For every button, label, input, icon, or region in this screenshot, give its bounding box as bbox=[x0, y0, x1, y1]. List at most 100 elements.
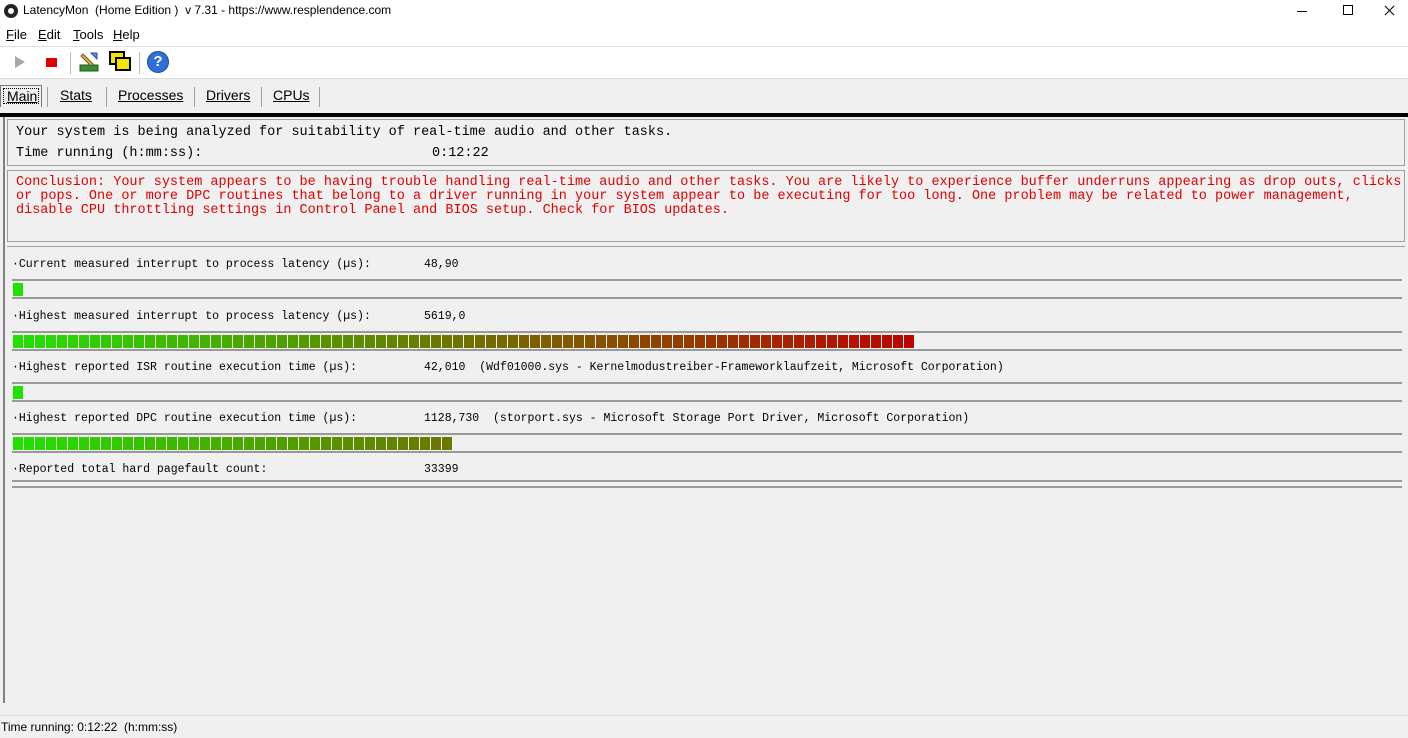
tab-separator bbox=[261, 87, 262, 107]
meter-segment bbox=[35, 437, 45, 450]
meter-segment bbox=[79, 437, 89, 450]
meter-segment bbox=[277, 437, 287, 450]
latency-meter bbox=[12, 331, 1402, 351]
status-bar: Time running: 0:12:22 (h:mm:ss) bbox=[0, 715, 1408, 738]
meter-segment bbox=[57, 335, 67, 348]
meter-segment bbox=[244, 437, 254, 450]
meter-segment bbox=[343, 437, 353, 450]
meter-segment bbox=[541, 335, 551, 348]
meter-segment bbox=[365, 335, 375, 348]
menu-bar: File Edit Tools Help bbox=[0, 23, 1408, 47]
metric-value: 5619,0 bbox=[424, 310, 466, 323]
toolbar-separator bbox=[139, 52, 140, 74]
meter-segment bbox=[640, 335, 650, 348]
meter-segment bbox=[101, 437, 111, 450]
meter-segment bbox=[816, 335, 826, 348]
tab-processes[interactable]: Processes bbox=[112, 85, 189, 107]
toolbar: ? bbox=[0, 47, 1408, 79]
meter-segment bbox=[893, 335, 903, 348]
meter-segment bbox=[739, 335, 749, 348]
meter-segment bbox=[431, 437, 441, 450]
meter-segment bbox=[827, 335, 837, 348]
meter-segment bbox=[629, 335, 639, 348]
meter-segment bbox=[750, 335, 760, 348]
meter-segment bbox=[618, 335, 628, 348]
meter-segment bbox=[156, 437, 166, 450]
tab-stats[interactable]: Stats bbox=[54, 85, 98, 107]
meter-segment bbox=[563, 335, 573, 348]
metric-label: ·Highest reported ISR routine execution … bbox=[12, 361, 358, 374]
meter-segment bbox=[794, 335, 804, 348]
tab-cpus[interactable]: CPUs bbox=[267, 85, 316, 107]
meter-segment bbox=[90, 437, 100, 450]
meter-segment bbox=[332, 437, 342, 450]
menu-file[interactable]: File bbox=[6, 27, 27, 42]
latency-meter bbox=[12, 279, 1402, 299]
meter-segment bbox=[871, 335, 881, 348]
meter-segment bbox=[497, 335, 507, 348]
close-button[interactable] bbox=[1371, 0, 1408, 23]
meter-segment bbox=[13, 283, 23, 296]
tab-separator bbox=[319, 87, 320, 107]
app-icon bbox=[4, 4, 18, 18]
meter-segment bbox=[178, 335, 188, 348]
metric-label: ·Highest reported DPC routine execution … bbox=[12, 412, 358, 425]
metrics-panel: ·Current measured interrupt to process l… bbox=[7, 246, 1405, 701]
meter-segment bbox=[222, 437, 232, 450]
meter-segment bbox=[354, 437, 364, 450]
meter-segment bbox=[409, 437, 419, 450]
tab-drivers[interactable]: Drivers bbox=[200, 85, 256, 107]
meter-segment bbox=[101, 335, 111, 348]
meter-segment bbox=[288, 437, 298, 450]
help-icon[interactable]: ? bbox=[146, 50, 170, 74]
latency-meter bbox=[12, 382, 1402, 402]
meter-segment bbox=[706, 335, 716, 348]
tab-separator bbox=[194, 87, 195, 107]
title-bar: LatencyMon (Home Edition ) v 7.31 - http… bbox=[0, 0, 1408, 23]
meter-segment bbox=[79, 335, 89, 348]
meter-segment bbox=[420, 335, 430, 348]
meter-segment bbox=[904, 335, 914, 348]
meter-segment bbox=[596, 335, 606, 348]
meter-segment bbox=[112, 335, 122, 348]
analysis-panel: Your system is being analyzed for suitab… bbox=[7, 119, 1405, 166]
stop-icon[interactable] bbox=[40, 50, 64, 74]
windows-icon[interactable] bbox=[108, 50, 132, 74]
meter-segment bbox=[299, 335, 309, 348]
meter-segment bbox=[134, 335, 144, 348]
status-text: Time running: 0:12:22 (h:mm:ss) bbox=[1, 720, 178, 734]
meter-segment bbox=[277, 335, 287, 348]
meter-segment bbox=[508, 335, 518, 348]
meter-segment bbox=[288, 335, 298, 348]
menu-help[interactable]: Help bbox=[113, 27, 140, 42]
meter-segment bbox=[717, 335, 727, 348]
menu-edit[interactable]: Edit bbox=[38, 27, 60, 42]
minimize-button[interactable] bbox=[1279, 0, 1325, 23]
meter-segment bbox=[57, 437, 67, 450]
meter-segment bbox=[233, 437, 243, 450]
meter-segment bbox=[530, 335, 540, 348]
metric-value: 1128,730 (storport.sys - Microsoft Stora… bbox=[424, 412, 970, 425]
meter-segment bbox=[178, 437, 188, 450]
meter-segment bbox=[24, 335, 34, 348]
metric-value: 42,010 (Wdf01000.sys - Kernelmodustreibe… bbox=[424, 361, 1004, 374]
latency-meter bbox=[12, 480, 1402, 488]
meter-segment bbox=[123, 437, 133, 450]
meter-segment bbox=[46, 335, 56, 348]
meter-segment bbox=[442, 437, 452, 450]
play-icon[interactable] bbox=[8, 50, 32, 74]
meter-segment bbox=[13, 386, 23, 399]
menu-tools[interactable]: Tools bbox=[73, 27, 103, 42]
metric-value: 48,90 bbox=[424, 258, 459, 271]
meter-segment bbox=[761, 335, 771, 348]
meter-segment bbox=[376, 437, 386, 450]
tools-icon[interactable] bbox=[77, 50, 101, 74]
meter-segment bbox=[409, 335, 419, 348]
meter-segment bbox=[310, 437, 320, 450]
maximize-button[interactable] bbox=[1325, 0, 1371, 23]
metric-detail: (storport.sys - Microsoft Storage Port D… bbox=[493, 412, 970, 425]
tab-main[interactable]: Main bbox=[0, 85, 42, 107]
meter-segment bbox=[200, 335, 210, 348]
metric-value: 33399 bbox=[424, 463, 459, 476]
meter-segment bbox=[343, 335, 353, 348]
